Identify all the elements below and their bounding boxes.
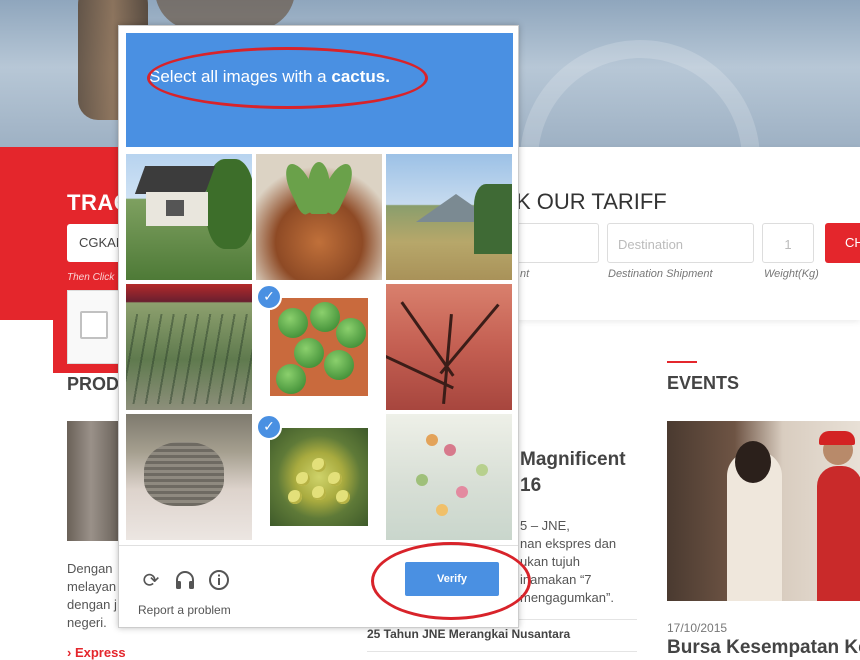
headphones-icon[interactable] [174, 569, 196, 591]
events-accent-rule [667, 361, 697, 363]
tile-field-rows [126, 314, 252, 404]
tile-flower [444, 444, 456, 456]
tile-cactus-ball [310, 302, 340, 332]
destination-sublabel: Destination Shipment [608, 268, 713, 280]
annotation-ellipse-verify [371, 542, 531, 620]
tile-image-red-tree [386, 284, 512, 410]
tile-cactus-ball [278, 308, 308, 338]
news-excerpt: 5 – JNE, nan ekspres dan ukan tujuh inam… [520, 517, 630, 607]
express-link-label: Express [74, 645, 126, 660]
event-date: 17/10/2015 [667, 621, 728, 635]
report-problem-link[interactable]: Report a problem [138, 603, 231, 617]
origin-input[interactable] [516, 223, 599, 263]
captcha-tile-9[interactable] [386, 414, 512, 540]
express-link[interactable]: › Express [67, 645, 126, 660]
tile-tree [206, 159, 252, 249]
tile-cactus-ball [336, 318, 366, 348]
events-heading: EVENTS [667, 373, 740, 393]
tile-trees [474, 184, 512, 254]
event-title[interactable]: Bursa Kesempatan Ke [667, 637, 860, 659]
tile-image-house [126, 154, 252, 280]
captcha-tile-3[interactable] [386, 154, 512, 280]
selected-check-icon: ✓ [256, 414, 282, 440]
tile-cactus-ball [294, 338, 324, 368]
news-line: ukan tujuh [520, 554, 580, 569]
event-person-courier [817, 466, 860, 601]
tile-floret [288, 490, 302, 504]
news-line: nan ekspres dan [520, 536, 617, 551]
news-title-line: Magnificent [520, 449, 626, 470]
tile-image-valley [386, 154, 512, 280]
tile-plate-stack [144, 442, 224, 506]
tile-image-romanesco [270, 428, 368, 526]
tariff-title: K OUR TARIFF [516, 189, 667, 214]
info-glyph [209, 570, 229, 590]
tile-flower [416, 474, 428, 486]
tile-cactus-ball [324, 350, 354, 380]
selected-check-icon: ✓ [256, 284, 282, 310]
tile-floret [336, 490, 350, 504]
tile-window [166, 200, 184, 216]
recaptcha-checkbox[interactable] [80, 311, 108, 339]
tile-roof [134, 166, 216, 194]
captcha-tile-5[interactable]: ✓ [256, 284, 382, 410]
tile-image-green-cactus [270, 298, 368, 396]
hero-glow-decoration [520, 40, 760, 150]
event-image[interactable] [667, 421, 860, 601]
captcha-tile-1[interactable] [126, 154, 252, 280]
tile-flower [476, 464, 488, 476]
tile-image-stadium [126, 284, 252, 410]
destination-input[interactable]: Destination [607, 223, 754, 263]
news-title[interactable]: Magnificent 16 [520, 447, 626, 499]
captcha-tile-2[interactable] [256, 154, 382, 280]
captcha-challenge-dialog: Select all images with a cactus. ✓ ✓ ⟳ R… [118, 25, 531, 628]
weight-sublabel: Weight(Kg) [764, 268, 819, 280]
news-line: inamakan “7 [520, 572, 592, 587]
track-hint: Then Click [67, 272, 115, 283]
tile-image-plates [126, 414, 252, 540]
check-tariff-button[interactable]: CH [825, 223, 860, 263]
courier-cap [819, 431, 855, 445]
tile-floret [312, 486, 326, 500]
tile-flower [426, 434, 438, 446]
products-heading: PROD [67, 374, 120, 394]
tile-cactus-ball [276, 364, 306, 394]
tile-floret [296, 472, 310, 486]
news-link[interactable]: 25 Tahun JNE Merangkai Nusantara [367, 627, 570, 641]
event-person-head [735, 441, 771, 483]
captcha-tile-7[interactable] [126, 414, 252, 540]
tile-image-succulent-pot [256, 154, 382, 280]
tile-flower [456, 486, 468, 498]
tile-floret [312, 458, 326, 472]
captcha-tile-4[interactable] [126, 284, 252, 410]
headphones-glyph [176, 571, 194, 589]
annotation-ellipse-prompt [147, 47, 428, 109]
tile-flower [436, 504, 448, 516]
captcha-tile-6[interactable] [386, 284, 512, 410]
reload-icon[interactable]: ⟳ [140, 569, 162, 591]
news-line: mengagumkan”. [520, 590, 614, 605]
tile-image-table-flowers [386, 414, 512, 540]
info-icon[interactable] [208, 569, 230, 591]
captcha-tile-8[interactable]: ✓ [256, 414, 382, 540]
weight-input[interactable]: 1 [762, 223, 814, 263]
news-divider [367, 651, 637, 652]
tile-floret [328, 472, 342, 486]
captcha-header: Select all images with a cactus. [126, 33, 513, 147]
news-title-line: 16 [520, 475, 542, 496]
news-line: 5 – JNE, [520, 518, 570, 533]
origin-sublabel: nt [520, 268, 530, 280]
